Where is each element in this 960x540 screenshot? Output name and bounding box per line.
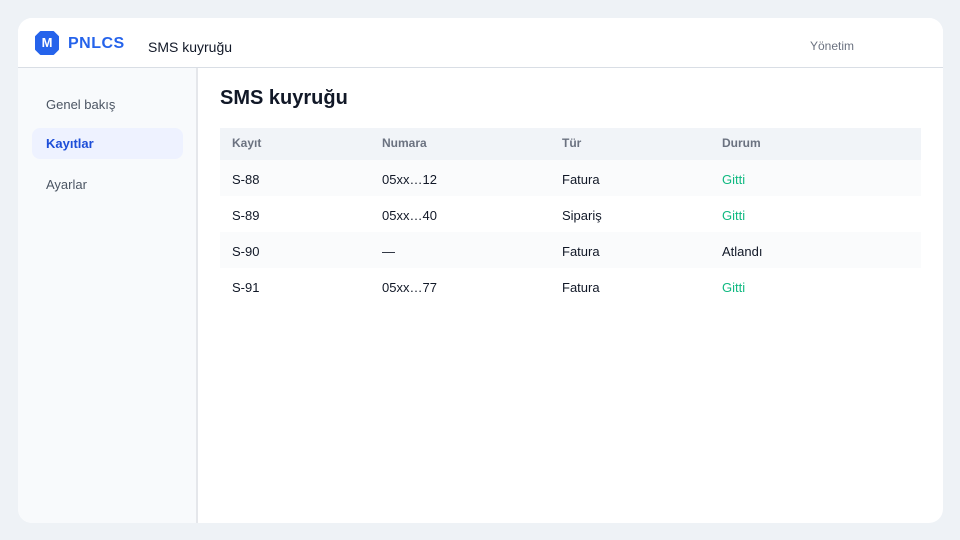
status-badge: Gitti [722, 280, 746, 295]
sidebar-item-label: Ayarlar [46, 177, 87, 192]
header-page-title: SMS kuyruğu [148, 39, 233, 55]
column-header-status[interactable]: Durum [722, 128, 761, 158]
sidebar-item-label: Genel bakış [46, 97, 116, 112]
admin-link[interactable]: Yönetim [810, 39, 854, 53]
page-title: SMS kuyruğu [220, 87, 348, 109]
sidebar-item-label: Kayıtlar [46, 136, 94, 151]
sms-queue-table: Kayıt Numara Tür Durum S-88 05xx…12 Fatu… [220, 128, 921, 304]
table-header: Kayıt Numara Tür Durum [220, 128, 921, 160]
status-badge: Atlandı [722, 244, 763, 259]
table-row[interactable]: S-90 — Fatura Atlandı [220, 232, 921, 268]
cell-record-id: S-90 [232, 244, 260, 259]
main-content: SMS kuyruğu Kayıt Numara Tür Durum S-88 … [220, 68, 921, 523]
cell-record-id: S-91 [232, 280, 260, 295]
table-row[interactable]: S-89 05xx…40 Sipariş Gitti [220, 196, 921, 232]
table-row[interactable]: S-91 05xx…77 Fatura Gitti [220, 268, 921, 304]
column-header-number[interactable]: Numara [382, 128, 427, 158]
sidebar: Genel bakış Kayıtlar Ayarlar [18, 68, 198, 523]
sidebar-item-records[interactable]: Kayıtlar [32, 128, 183, 159]
cell-number: 05xx…77 [382, 280, 437, 295]
cell-number: — [382, 244, 395, 259]
logo-icon[interactable]: M [35, 31, 59, 55]
status-badge: Gitti [722, 208, 746, 223]
brand-name[interactable]: PNLCS [68, 35, 125, 53]
cell-type: Fatura [562, 244, 600, 259]
cell-number: 05xx…12 [382, 172, 437, 187]
table-row[interactable]: S-88 05xx…12 Fatura Gitti [220, 160, 921, 196]
column-header-type[interactable]: Tür [562, 128, 581, 158]
column-header-record[interactable]: Kayıt [232, 128, 261, 158]
app-window: M PNLCS SMS kuyruğu Yönetim Genel bakış … [18, 18, 943, 523]
cell-type: Fatura [562, 172, 600, 187]
cell-record-id: S-89 [232, 208, 260, 223]
top-bar: M PNLCS SMS kuyruğu Yönetim [18, 18, 943, 68]
cell-record-id: S-88 [232, 172, 260, 187]
cell-type: Fatura [562, 280, 600, 295]
cell-number: 05xx…40 [382, 208, 437, 223]
cell-type: Sipariş [562, 208, 602, 223]
sidebar-item-overview[interactable]: Genel bakış [32, 89, 183, 120]
status-badge: Gitti [722, 172, 746, 187]
sidebar-item-settings[interactable]: Ayarlar [32, 169, 183, 200]
